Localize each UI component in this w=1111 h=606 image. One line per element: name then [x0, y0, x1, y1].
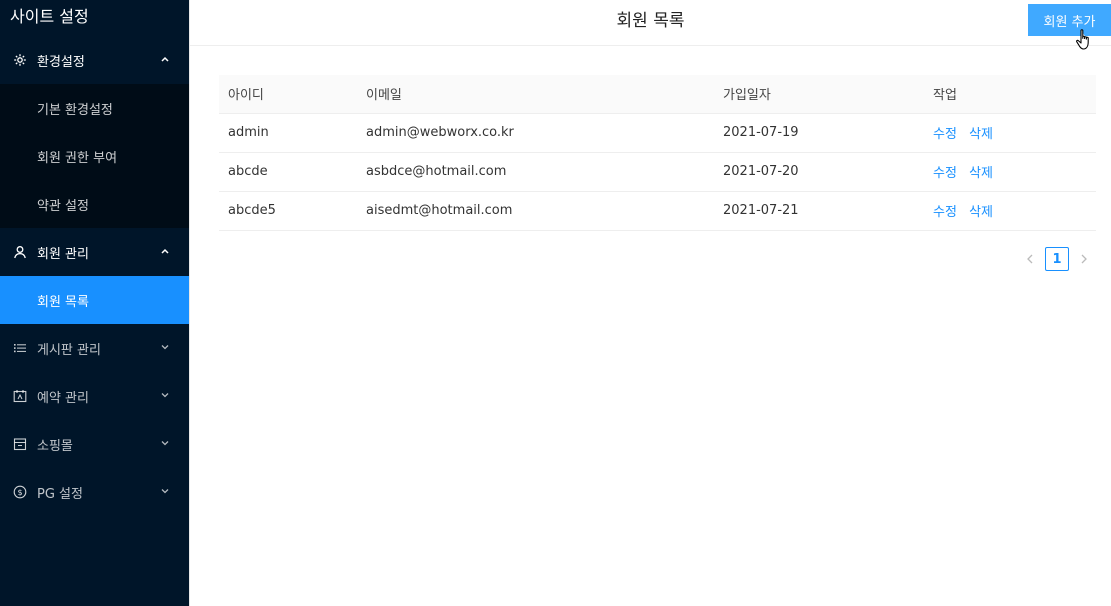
cell-email: asbdce@hotmail.com: [357, 152, 714, 192]
gear-icon: [13, 53, 27, 67]
page-title: 회원 목록: [616, 11, 685, 31]
member-table: 아이디 이메일 가입일자 작업 admin admin@webworx.co.k…: [219, 75, 1096, 231]
sidebar-item-terms-settings[interactable]: 약관 설정: [0, 180, 189, 228]
list-icon: [13, 341, 27, 355]
cell-date: 2021-07-19: [714, 113, 924, 153]
chevron-left-icon[interactable]: [1023, 252, 1037, 266]
submenu-members: 회원 목록: [0, 276, 189, 324]
svg-text:$: $: [17, 488, 22, 497]
page-header: 회원 목록 회원 추가: [190, 0, 1111, 50]
member-table-container: 아이디 이메일 가입일자 작업 admin admin@webworx.co.k…: [219, 75, 1096, 231]
calendar-icon: [13, 389, 27, 403]
page-number-current[interactable]: 1: [1045, 247, 1069, 271]
chevron-up-icon: [159, 245, 171, 257]
edit-link[interactable]: 수정: [933, 127, 957, 142]
table-row: admin admin@webworx.co.kr 2021-07-19 수정 …: [219, 113, 1096, 153]
table-row: abcde asbdce@hotmail.com 2021-07-20 수정 삭…: [219, 152, 1096, 192]
dollar-icon: $: [13, 485, 27, 499]
menu-group-label: 회원 관리: [37, 246, 89, 262]
menu-group-reservations[interactable]: 예약 관리: [0, 372, 189, 420]
delete-link[interactable]: 삭제: [969, 127, 993, 142]
user-icon: [13, 245, 27, 259]
sidebar-item-member-list[interactable]: 회원 목록: [0, 276, 189, 324]
cell-actions: 수정 삭제: [924, 152, 1096, 192]
sidebar-brand: 사이트 설정: [10, 7, 89, 26]
cell-email: aisedmt@hotmail.com: [357, 191, 714, 231]
edit-link[interactable]: 수정: [933, 166, 957, 181]
main-content: 회원 목록 회원 추가 아이디 이메일 가입일자 작업 admin admin@…: [189, 0, 1111, 606]
cell-actions: 수정 삭제: [924, 191, 1096, 231]
menu-group-label: 소핑몰: [37, 438, 73, 454]
chevron-down-icon: [159, 485, 171, 497]
chevron-up-icon: [159, 53, 171, 65]
cell-email: admin@webworx.co.kr: [357, 113, 714, 153]
delete-link[interactable]: 삭제: [969, 205, 993, 220]
menu-group-boards[interactable]: 게시판 관리: [0, 324, 189, 372]
hand-pointer-icon: [1076, 29, 1089, 50]
menu-group-members[interactable]: 회원 관리: [0, 228, 189, 276]
cell-date: 2021-07-20: [714, 152, 924, 192]
menu-group-label: 환경설정: [37, 54, 85, 70]
table-header-row: 아이디 이메일 가입일자 작업: [219, 75, 1096, 114]
chevron-down-icon: [159, 389, 171, 401]
delete-link[interactable]: 삭제: [969, 166, 993, 181]
menu-group-pg[interactable]: $ PG 설정: [0, 468, 189, 516]
cell-actions: 수정 삭제: [924, 113, 1096, 153]
menu-group-settings[interactable]: 환경설정: [0, 36, 189, 84]
chevron-down-icon: [159, 341, 171, 353]
column-header-id: 아이디: [219, 75, 357, 114]
table-row: abcde5 aisedmt@hotmail.com 2021-07-21 수정…: [219, 191, 1096, 231]
chevron-right-icon[interactable]: [1077, 252, 1091, 266]
add-member-button[interactable]: 회원 추가: [1028, 4, 1111, 36]
cell-id: abcde: [219, 152, 357, 192]
cell-id: abcde5: [219, 191, 357, 231]
menu-group-label: 게시판 관리: [37, 342, 101, 358]
cell-id: admin: [219, 113, 357, 153]
column-header-date: 가입일자: [714, 75, 924, 114]
menu-group-shop[interactable]: 소핑몰: [0, 420, 189, 468]
shop-icon: [13, 437, 27, 451]
chevron-down-icon: [159, 437, 171, 449]
pagination: 1: [1023, 247, 1091, 271]
sidebar-item-basic-settings[interactable]: 기본 환경설정: [0, 84, 189, 132]
submenu-settings: 기본 환경설정 회원 권한 부여 약관 설정: [0, 84, 189, 228]
sidebar-item-member-permissions[interactable]: 회원 권한 부여: [0, 132, 189, 180]
column-header-actions: 작업: [924, 75, 1096, 114]
sidebar: 사이트 설정 환경설정 기본 환경설정 회원 권한 부여 약관 설정 회원 관리…: [0, 0, 189, 606]
edit-link[interactable]: 수정: [933, 205, 957, 220]
menu-group-label: 예약 관리: [37, 390, 89, 406]
cell-date: 2021-07-21: [714, 191, 924, 231]
column-header-email: 이메일: [357, 75, 714, 114]
menu-group-label: PG 설정: [37, 486, 83, 502]
